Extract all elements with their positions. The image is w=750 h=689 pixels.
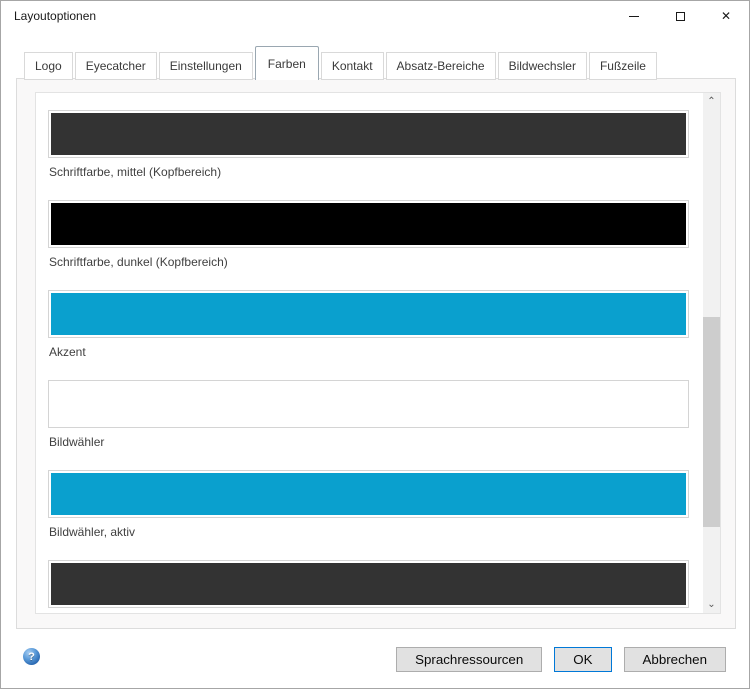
color-swatch-label: Akzent [49, 345, 689, 360]
color-swatch[interactable] [48, 290, 689, 338]
color-swatch-fill [51, 293, 686, 335]
color-row: Schriftfarbe, dunkel (Kopfbereich) [48, 200, 689, 270]
color-row: Akzent [48, 290, 689, 360]
color-swatch-fill [51, 473, 686, 515]
color-row: Schriftfarbe, mittel (Kopfbereich) [48, 110, 689, 180]
color-swatch[interactable] [48, 380, 689, 428]
tab-bildwechsler[interactable]: Bildwechsler [498, 52, 587, 80]
color-swatch[interactable] [48, 110, 689, 158]
tab-farben[interactable]: Farben [255, 46, 319, 80]
scrollbar-thumb[interactable] [703, 317, 720, 527]
help-icon[interactable]: ? [23, 648, 40, 665]
maximize-icon [676, 12, 685, 21]
tab-eyecatcher[interactable]: Eyecatcher [75, 52, 157, 80]
color-swatch-label: Schriftfarbe, mittel (Kopfbereich) [49, 165, 689, 180]
color-swatch-label: Bildwähler, aktiv [49, 525, 689, 540]
footer-buttons: Sprachressourcen OK Abbrechen [396, 647, 726, 672]
tab-absatz-bereiche[interactable]: Absatz-Bereiche [386, 52, 496, 80]
color-row: Bildwähler, aktiv [48, 470, 689, 540]
ok-button[interactable]: OK [554, 647, 611, 672]
color-swatch-fill [51, 383, 686, 425]
color-swatch[interactable] [48, 560, 689, 608]
color-swatch-fill [51, 563, 686, 605]
close-button[interactable]: ✕ [703, 1, 749, 31]
tab-einstellungen[interactable]: Einstellungen [159, 52, 253, 80]
minimize-icon [629, 16, 639, 17]
tab-logo[interactable]: Logo [24, 52, 73, 80]
color-list-content: Schriftfarbe, mittel (Kopfbereich) Schrif… [36, 93, 702, 613]
vertical-scrollbar[interactable]: ⌃ ⌄ [703, 93, 720, 613]
sprachressourcen-button[interactable]: Sprachressourcen [396, 647, 542, 672]
tab-fu-zeile[interactable]: Fußzeile [589, 52, 657, 80]
color-list: Schriftfarbe, mittel (Kopfbereich) Schrif… [35, 92, 721, 614]
abbrechen-button[interactable]: Abbrechen [624, 647, 726, 672]
color-swatch-fill [51, 203, 686, 245]
color-swatch-label: Schriftfarbe, dunkel (Kopfbereich) [49, 255, 689, 270]
color-swatch[interactable] [48, 200, 689, 248]
maximize-button[interactable] [657, 1, 703, 31]
close-icon: ✕ [721, 10, 731, 22]
color-swatch-fill [51, 113, 686, 155]
window-controls: ✕ [611, 1, 749, 31]
scroll-up-icon[interactable]: ⌃ [703, 93, 720, 110]
color-row [48, 560, 689, 613]
tab-bar: LogoEyecatcherEinstellungenFarbenKontakt… [24, 46, 659, 80]
titlebar: Layoutoptionen ✕ [1, 1, 749, 31]
dialog-footer: ? Sprachressourcen OK Abbrechen [1, 629, 749, 689]
color-row: Bildwähler [48, 380, 689, 450]
tab-kontakt[interactable]: Kontakt [321, 52, 384, 80]
minimize-button[interactable] [611, 1, 657, 31]
color-swatch[interactable] [48, 470, 689, 518]
layout-options-dialog: Layoutoptionen ✕ LogoEyecatcherEinstellu… [0, 0, 750, 689]
window-title: Layoutoptionen [14, 9, 96, 23]
color-swatch-label: Bildwähler [49, 435, 689, 450]
farben-tab-panel: Schriftfarbe, mittel (Kopfbereich) Schrif… [16, 78, 736, 629]
scroll-down-icon[interactable]: ⌄ [703, 596, 720, 613]
